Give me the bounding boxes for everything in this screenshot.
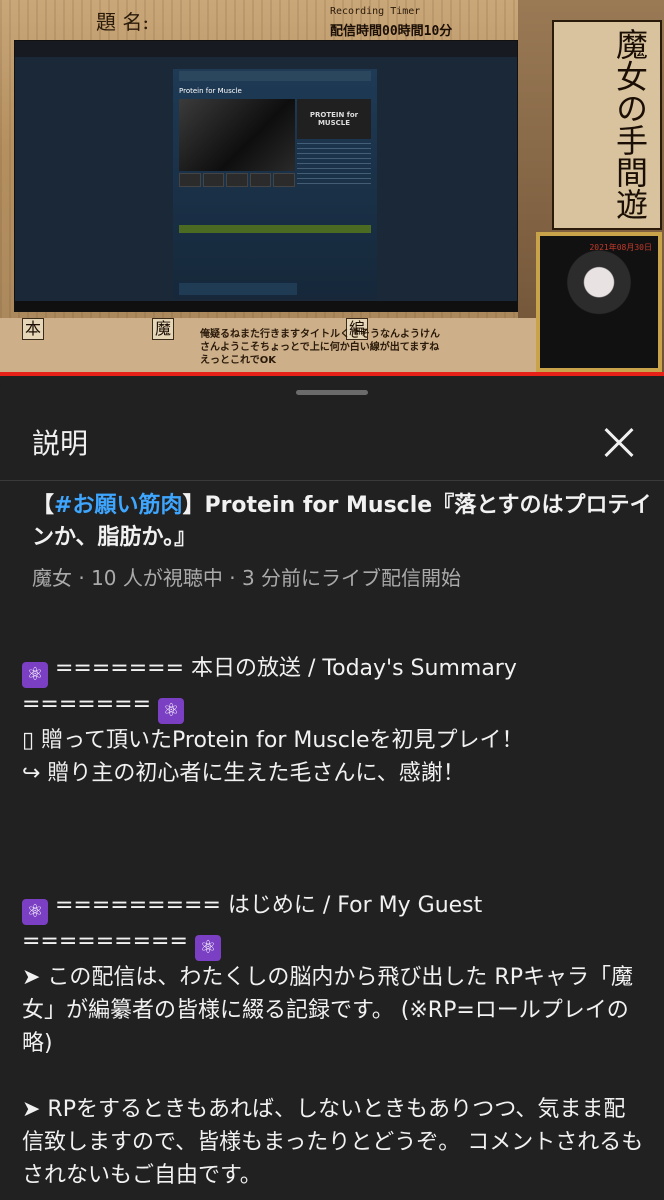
description-sheet: 説明 【#お願い筋肉】Protein for Muscle『落とすのはプロテイン… <box>0 376 664 1200</box>
video-title: 【#お願い筋肉】Protein for Muscle『落とすのはプロテインか、脂… <box>32 490 652 554</box>
game-screen-capture: Protein for Muscle PROTEIN for MUSCLE <box>14 40 518 312</box>
steam-game-title: Protein for Muscle <box>179 87 242 95</box>
label-majo: 魔 <box>152 318 174 340</box>
guest-header: ⚛ ========= はじめに / For My Guest ========… <box>22 889 646 961</box>
atom-icon: ⚛ <box>22 899 48 925</box>
steam-capsule-image: PROTEIN for MUSCLE <box>297 99 371 139</box>
summary-line: ▯ 贈って頂いたProtein for Muscleを初見プレイ！ <box>22 728 524 753</box>
summary-header: ⚛ ======= 本日の放送 / Today's Summary ======… <box>22 652 646 724</box>
recording-label: Recording Timer <box>330 6 421 17</box>
drag-handle[interactable] <box>296 390 368 395</box>
steam-screenshot <box>179 99 295 171</box>
date-tag: 2021年08月30日 <box>589 243 652 252</box>
atom-icon: ⚛ <box>194 935 221 961</box>
hashtag-link[interactable]: #お願い筋肉 <box>54 493 182 518</box>
video-meta: 魔女 · 10 人が視聴中 · 3 分前にライブ配信開始 <box>32 566 462 590</box>
steam-owned-banner <box>179 225 371 233</box>
windows-taskbar <box>15 301 517 311</box>
overlay-bottom-panel: 本 魔 編 俺疑るねまた行きますタイトルくさそうなんようけん さんようこそちょっ… <box>0 318 536 372</box>
vtuber-avatar-frame: 2021年08月30日 <box>536 232 662 372</box>
guest-paragraph: ➤ RPをするときもあれば、しないときもありつつ、気まま配信致しますので、皆様も… <box>22 1097 644 1188</box>
video-player[interactable]: 題 名: Recording Timer 配信時間00時間10分 Protein… <box>0 0 664 372</box>
steam-nav <box>179 71 371 81</box>
avatar: 2021年08月30日 <box>540 236 658 368</box>
atom-icon: ⚛ <box>158 698 185 724</box>
summary-line: ↪ 贈り主の初心者に生えた毛さんに、感謝！ <box>22 761 465 786</box>
chat-overlay-text: 俺疑るねまた行きますタイトルくさそうなんようけん さんようこそちょっとで上に何か… <box>200 329 440 366</box>
description-text: ⚛ ======= 本日の放送 / Today's Summary ======… <box>22 652 646 1192</box>
recording-time: 配信時間00時間10分 <box>330 24 453 39</box>
guest-paragraph: ➤ この配信は、わたくしの脳内から飛び出した RPキャラ「魔女」が編纂者の皆様に… <box>22 965 633 1056</box>
atom-icon: ⚛ <box>22 662 48 688</box>
close-icon[interactable] <box>594 418 644 468</box>
title-prefix: 【 <box>32 493 55 518</box>
channel-logo-text: 魔女の手間遊 <box>611 28 649 220</box>
overlay-title: 題 名: <box>96 10 150 34</box>
sheet-title: 説明 <box>32 427 89 460</box>
steam-buy-box <box>179 283 297 295</box>
steam-topbar <box>15 41 517 57</box>
steam-thumbnails <box>179 173 295 187</box>
steam-description <box>297 143 371 187</box>
divider <box>0 480 664 481</box>
label-hon: 本 <box>22 318 44 340</box>
steam-store-page: Protein for Muscle PROTEIN for MUSCLE <box>173 69 377 299</box>
